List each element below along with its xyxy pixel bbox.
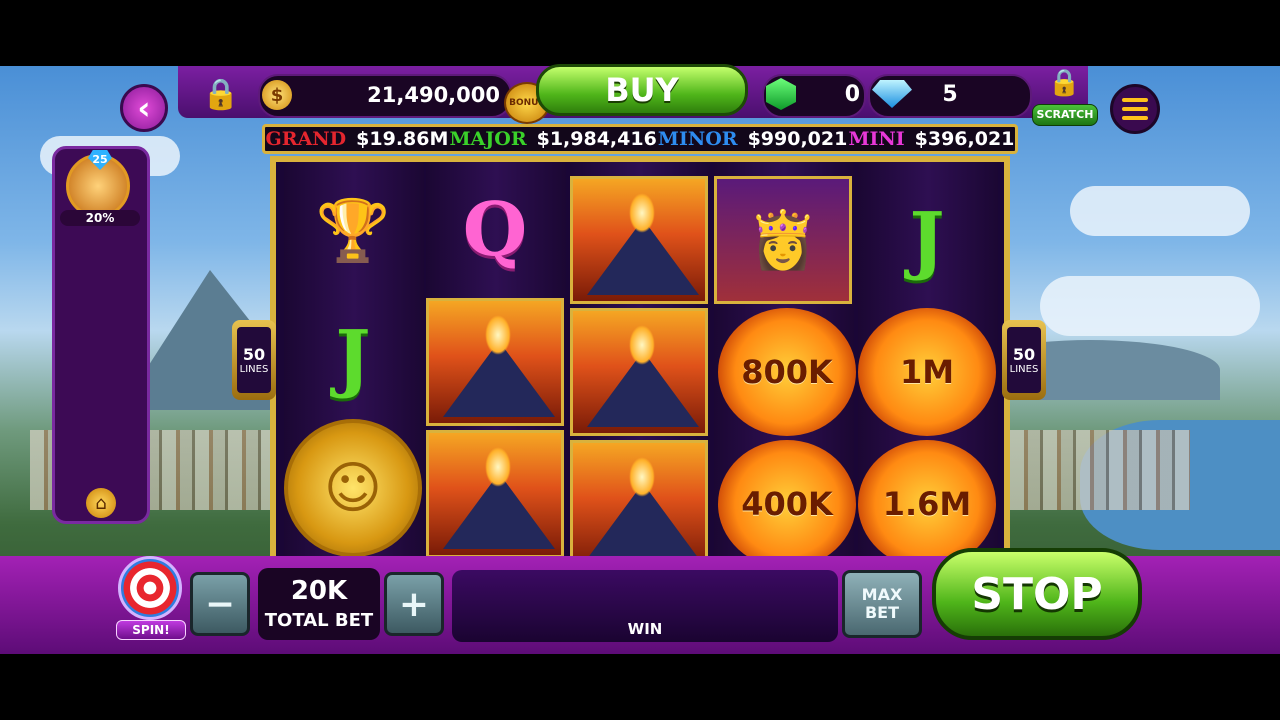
reel-1: 🏆 J ☺ (284, 162, 424, 557)
fireball-400k: 400K (718, 440, 856, 568)
total-bet-panel: 20K TOTAL BET (258, 568, 380, 640)
home-button[interactable]: ⌂ (86, 488, 116, 518)
jackpot-mini: MINI $396,021 (848, 128, 1015, 150)
reel-5: J 1M 1.6M (858, 162, 998, 568)
pot-progress: 20% (60, 210, 140, 226)
win-label: WIN (627, 620, 663, 638)
symbol-q: Q (462, 187, 528, 273)
scratch-label: SCRATCH (1032, 104, 1098, 126)
symbol-volcano (570, 440, 708, 568)
fireball-800k: 800K (718, 308, 856, 436)
menu-icon (1122, 98, 1148, 102)
coin-icon: $ (262, 80, 292, 110)
decrease-bet-button[interactable]: − (190, 572, 250, 636)
lines-badge-left: 50 LINES (232, 320, 276, 400)
gold-coin-icon: ☺ (284, 419, 422, 557)
symbol-goblet: 🏆 (284, 166, 422, 294)
diamond-balance: 5 (942, 82, 958, 107)
lock-icon: 🔒 (1048, 68, 1081, 98)
menu-button[interactable] (1110, 84, 1160, 134)
back-arrow-icon: ‹ (137, 89, 151, 127)
jackpot-grand: GRAND $19.86M (265, 128, 449, 150)
symbol-j: J (335, 315, 371, 401)
symbol-volcano (426, 430, 564, 558)
symbol-queen: 👸 (714, 176, 852, 304)
increase-bet-button[interactable]: + (384, 572, 444, 636)
coin-balance: 21,490,000 (367, 83, 500, 107)
gem-balance: 0 (844, 82, 860, 107)
reel-2: Q (426, 162, 566, 558)
target-icon (118, 556, 182, 620)
back-button[interactable]: ‹ (120, 84, 168, 132)
symbol-volcano (426, 298, 564, 426)
symbol-j: J (909, 197, 945, 283)
fireball-1m: 1M (858, 308, 996, 436)
symbol-volcano (570, 176, 708, 304)
reel-4: 👸 800K 400K (714, 162, 856, 568)
town-right (1010, 430, 1190, 510)
jackpot-bar: GRAND $19.86M MAJOR $1,984,416 MINOR $990,0… (262, 124, 1018, 154)
spin-bonus-button[interactable]: SPIN! (112, 556, 188, 642)
symbol-volcano (570, 308, 708, 436)
locked-piggy-bank-icon[interactable]: 🔒 (197, 72, 245, 116)
goblet-icon: 🏆 (315, 195, 391, 266)
reel-3 (570, 162, 710, 568)
lines-badge-right: 50 LINES (1002, 320, 1046, 400)
spin-label: SPIN! (116, 620, 186, 640)
cloud (1040, 276, 1260, 336)
collection-pot-button[interactable]: 25 20% (60, 150, 140, 230)
symbol-gold-coin: ☺ (284, 419, 422, 557)
jackpot-minor: MINOR $990,021 (657, 128, 848, 150)
scratch-button[interactable]: 🔒 SCRATCH (1032, 68, 1098, 126)
stop-button[interactable]: STOP (932, 548, 1142, 640)
jackpot-major: MAJOR $1,984,416 (449, 128, 657, 150)
queen-portrait-icon: 👸 (748, 208, 818, 273)
max-bet-button[interactable]: MAX BET (842, 570, 922, 638)
home-icon: ⌂ (95, 492, 107, 514)
cloud (1070, 186, 1250, 236)
total-bet-label: TOTAL BET (264, 610, 374, 631)
total-bet-value: 20K (290, 576, 348, 606)
win-panel: WIN (452, 570, 838, 642)
buy-button[interactable]: BUY (536, 64, 748, 116)
